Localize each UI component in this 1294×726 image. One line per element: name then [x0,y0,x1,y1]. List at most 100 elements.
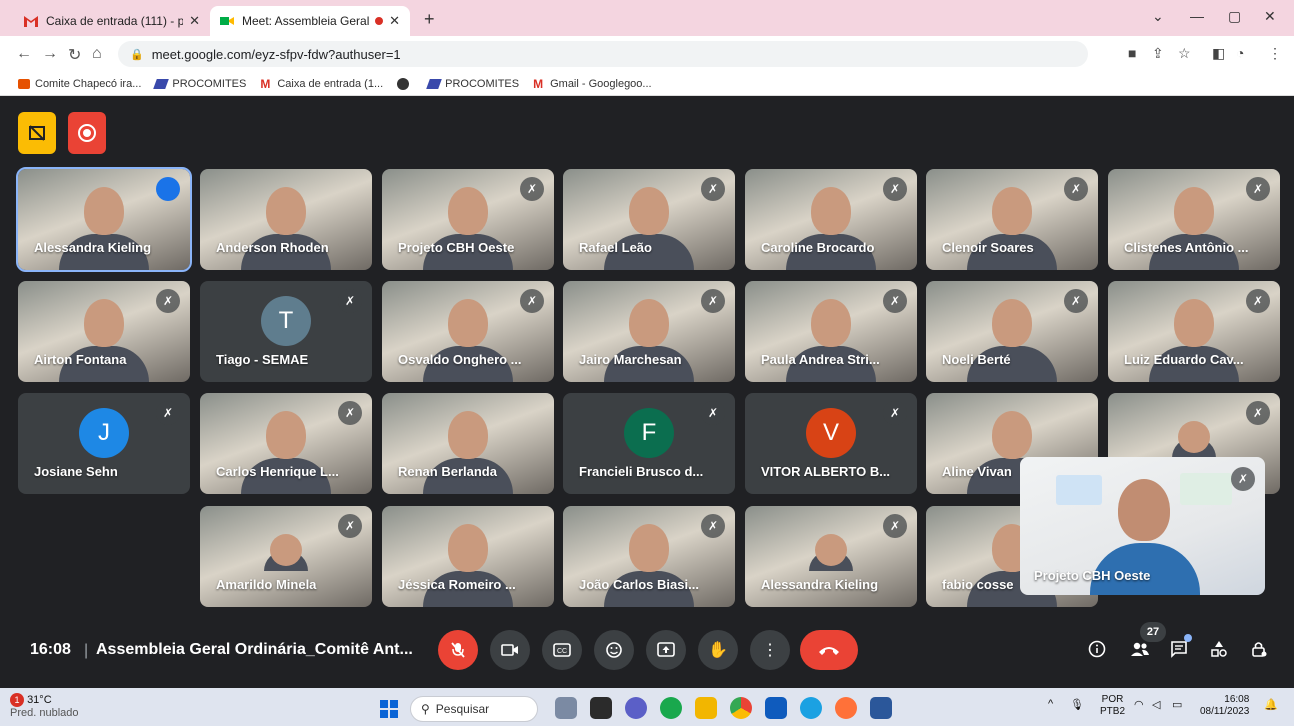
participant-tile[interactable]: ✗ Alessandra Kieling [745,506,917,607]
battery-icon[interactable]: ▭ [1172,698,1182,711]
participant-name: Jairo Marchesan [579,352,682,367]
weather-temperature: 31°C [27,693,52,706]
meet-icon [220,17,234,25]
share-icon[interactable]: ⇪ [1152,45,1164,62]
people-button[interactable] [1130,640,1150,663]
tab-meet[interactable]: Meet: Assembleia Geral Ord ✕ [210,6,410,36]
self-view-tile[interactable]: ✗ Projeto CBH Oeste [1020,457,1265,595]
minimize-icon[interactable]: — [1190,8,1204,24]
chrome-icon[interactable] [730,697,752,719]
gmail-icon: M [260,76,271,91]
restore-icon[interactable]: ▢ [1228,8,1241,25]
participant-tile[interactable]: ✗ Caroline Brocardo [745,169,917,270]
face [815,534,847,566]
back-icon[interactable]: ← [16,45,32,63]
present-button[interactable] [646,630,686,670]
more-options-button[interactable]: ⋮ [750,630,790,670]
forward-icon[interactable]: → [42,45,58,63]
tab-gmail[interactable]: Caixa de entrada (111) - projeto ✕ [14,6,210,36]
participant-tile[interactable]: ✗ Luiz Eduardo Cav... [1108,281,1280,382]
wifi-icon[interactable]: ◠ [1134,698,1144,711]
participant-tile[interactable]: ✗ Clistenes Antônio ... [1108,169,1280,270]
sidepanel-icon[interactable]: ◧ [1212,45,1225,62]
participant-tile[interactable]: ✗ Amarildo Minela [200,506,372,607]
participant-tile[interactable]: Alessandra Kieling [16,167,192,272]
weather-widget[interactable]: 1 31°C Pred. nublado [10,693,79,720]
microphone-tray-icon[interactable]: 🎙 [1070,698,1084,711]
show-hidden-icons[interactable]: ^ [1048,698,1053,710]
system-clock[interactable]: 16:08 08/11/2023 [1200,694,1249,718]
firefox-icon[interactable] [835,697,857,719]
bookmark-item[interactable] [397,77,414,90]
edge-icon[interactable] [800,697,822,719]
participant-tile[interactable]: ✗ João Carlos Biasi... [563,506,735,607]
participant-tile[interactable]: ✗ Jairo Marchesan [563,281,735,382]
participant-tile[interactable]: ✗ Carlos Henrique L... [200,393,372,494]
mic-off-icon: ✗ [338,401,362,425]
participant-tile[interactable]: F ✗ Francieli Brusco d... [563,393,735,494]
extension-icon[interactable]: ◔ [1236,45,1244,61]
face [629,187,669,235]
host-controls-button[interactable] [1250,640,1268,663]
participant-tile[interactable]: Jéssica Romeiro ... [382,506,554,607]
activities-button[interactable] [1210,640,1228,663]
participant-tile[interactable]: T ✗ Tiago - SEMAE [200,281,372,382]
notification-bell-icon[interactable]: 🔔 [1264,698,1278,711]
widgets-icon[interactable] [590,697,612,719]
participant-tile[interactable]: Anderson Rhoden [200,169,372,270]
participant-tile[interactable]: V ✗ VITOR ALBERTO B... [745,393,917,494]
leave-call-button[interactable] [800,630,858,670]
participant-tile[interactable]: ✗ Osvaldo Onghero ... [382,281,554,382]
taskview-icon[interactable] [555,697,577,719]
participant-tile[interactable]: ✗ Projeto CBH Oeste [382,169,554,270]
close-window-icon[interactable]: ✕ [1264,8,1276,25]
participant-tile[interactable]: ✗ Clenoir Soares [926,169,1098,270]
bookmark-item[interactable]: M Caixa de entrada (1... [260,78,383,90]
avatar: J [79,407,129,458]
store-icon[interactable] [765,697,787,719]
face [270,534,302,566]
whatsapp-icon[interactable] [660,697,682,719]
chat-button[interactable] [1170,634,1192,663]
taskbar-search[interactable]: ⚲ Pesquisar [410,696,538,722]
visual-effects-button[interactable] [18,112,56,154]
camera-permission-icon[interactable]: ■ [1128,45,1136,61]
mic-toggle-button[interactable] [438,630,478,670]
bookmark-star-icon[interactable]: ☆ [1178,45,1191,62]
participant-tile[interactable]: J ✗ Josiane Sehn [18,393,190,494]
home-icon[interactable]: ⌂ [92,45,102,63]
avatar: V [806,407,856,458]
participant-name: Tiago - SEMAE [216,352,309,367]
reactions-button[interactable] [594,630,634,670]
new-tab-button[interactable]: + [424,9,435,30]
meeting-details-button[interactable] [1088,640,1106,663]
word-icon[interactable] [870,697,892,719]
chat-app-icon[interactable] [625,697,647,719]
close-tab-icon[interactable]: ✕ [389,13,400,29]
tab-search-icon[interactable]: ⌄ [1152,8,1164,25]
volume-icon[interactable]: ◁ [1152,698,1160,711]
bookmark-item[interactable]: Comite Chapecó ira... [18,78,141,90]
participant-name: Osvaldo Onghero ... [398,352,522,367]
file-explorer-icon[interactable] [695,697,717,719]
camera-toggle-button[interactable] [490,630,530,670]
menu-dots-icon[interactable]: ⋮ [1268,45,1282,62]
captions-button[interactable]: CC [542,630,582,670]
participant-tile[interactable]: Renan Berlanda [382,393,554,494]
address-bar[interactable]: 🔒 meet.google.com/eyz-sfpv-fdw?authuser=… [118,41,1088,67]
participant-tile[interactable]: ✗ Paula Andrea Stri... [745,281,917,382]
participant-tile[interactable]: ✗ Airton Fontana [18,281,190,382]
bookmark-item[interactable]: PROCOMITES [153,78,246,90]
participant-tile[interactable]: ✗ Rafael Leão [563,169,735,270]
bookmark-item[interactable]: M Gmail - Googlegoo... [533,78,652,90]
windows-start-icon[interactable] [380,700,398,718]
participant-tile[interactable]: ✗ Noeli Berté [926,281,1098,382]
reload-icon[interactable]: ↻ [68,45,81,65]
bookmark-item[interactable]: PROCOMITES [426,78,519,90]
input-language[interactable]: POR PTB2 [1100,694,1125,718]
close-tab-icon[interactable]: ✕ [189,13,200,29]
mic-off-icon: ✗ [156,289,180,313]
meeting-time: 16:08 [30,641,71,658]
raise-hand-button[interactable]: ✋ [698,630,738,670]
recording-button[interactable] [68,112,106,154]
